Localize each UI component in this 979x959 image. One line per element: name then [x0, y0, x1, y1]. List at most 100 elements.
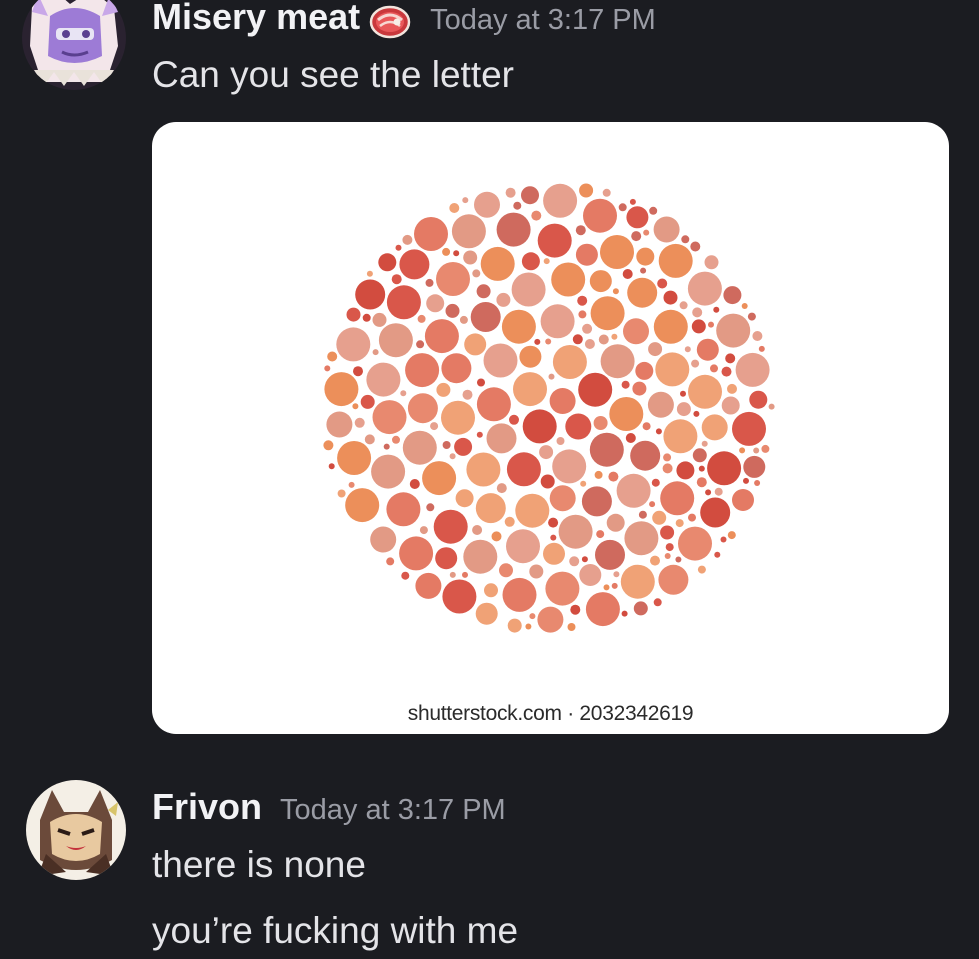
- plate-dot: [552, 449, 587, 484]
- plate-dot: [551, 262, 586, 297]
- plate-dot: [425, 278, 434, 287]
- plate-dot: [608, 471, 619, 482]
- plate-dot: [627, 277, 658, 308]
- plate-dot: [664, 553, 671, 559]
- plate-dot: [696, 477, 707, 488]
- plate-dot: [578, 310, 587, 319]
- timestamp[interactable]: Today at 3:17 PM: [280, 794, 506, 827]
- plate-dot: [506, 452, 541, 487]
- message-header: Frivon Today at 3:17 PM: [152, 786, 506, 828]
- plate-dot: [399, 536, 434, 571]
- plate-dot: [378, 253, 397, 272]
- plate-dot: [513, 372, 547, 407]
- plate-dot: [407, 393, 438, 424]
- plate-dot: [581, 486, 612, 517]
- plate-dot: [714, 551, 721, 558]
- plate-dot: [464, 333, 487, 356]
- plate-dot: [521, 252, 540, 271]
- plate-dot: [583, 198, 617, 233]
- plate-dot: [475, 602, 498, 625]
- plate-dot: [581, 556, 588, 563]
- plate-dot: [658, 243, 693, 278]
- plate-dot: [701, 440, 708, 447]
- plate-dot: [372, 312, 387, 327]
- plate-dot: [442, 247, 451, 256]
- plate-dot: [648, 342, 663, 357]
- plate-dot: [680, 390, 686, 397]
- plate-dot: [613, 571, 620, 578]
- plate-dot: [466, 452, 501, 487]
- plate-dot: [676, 461, 695, 480]
- plate-dot: [691, 319, 706, 334]
- plate-dot: [606, 513, 625, 532]
- plate-dot: [743, 477, 749, 484]
- plate-dot: [593, 416, 608, 430]
- plate-dot: [692, 307, 703, 318]
- plate-dot: [623, 318, 649, 345]
- plate-dot: [575, 225, 586, 236]
- plate-dot: [739, 447, 746, 454]
- plate-dot: [353, 366, 363, 377]
- plate-dot: [483, 343, 518, 378]
- plate-dot: [496, 483, 507, 494]
- plate-dot: [537, 606, 564, 633]
- plate-dot: [414, 217, 448, 251]
- plate-dot: [475, 493, 506, 524]
- plate-dot: [663, 419, 698, 454]
- plate-dot: [653, 598, 662, 607]
- image-attachment[interactable]: shutterstock.com · 2032342619: [152, 122, 949, 734]
- plate-dot: [663, 290, 678, 305]
- plate-dot: [336, 327, 371, 362]
- meat-icon[interactable]: [368, 2, 412, 40]
- plate-dot: [630, 440, 661, 471]
- plate-dot: [687, 271, 722, 306]
- plate-dot: [476, 431, 483, 438]
- plate-dot: [732, 411, 766, 446]
- plate-dot: [727, 531, 736, 540]
- avatar-misery-meat[interactable]: [22, 0, 126, 90]
- message-header: Misery meat Today at 3:17 PM: [152, 0, 656, 40]
- avatar-frivon[interactable]: [26, 780, 126, 880]
- plate-dot: [721, 396, 740, 415]
- plate-dot: [506, 529, 540, 564]
- plate-dot: [502, 577, 537, 612]
- plate-dot: [621, 610, 628, 617]
- plate-dot: [364, 434, 375, 445]
- plate-dot: [569, 556, 580, 567]
- plate-dot: [579, 183, 594, 198]
- plate-dot: [548, 373, 555, 380]
- plate-dot: [426, 294, 445, 313]
- plate-dot: [370, 526, 397, 553]
- plate-dot: [611, 582, 618, 589]
- plate-dot: [705, 489, 712, 496]
- plate-dot: [636, 247, 655, 266]
- plate-dot: [658, 564, 689, 595]
- plate-dot: [684, 346, 691, 353]
- plate-dot: [430, 422, 439, 431]
- plate-dot: [578, 372, 613, 407]
- plate-dot: [558, 514, 593, 549]
- plate-dot: [505, 187, 516, 198]
- plate-dot: [521, 186, 539, 205]
- plate-dot: [632, 381, 647, 396]
- plate-dot: [435, 547, 458, 570]
- avatar-image: [26, 780, 126, 880]
- plate-dot: [704, 255, 719, 270]
- plate-dot: [545, 571, 580, 606]
- plate-dot: [633, 601, 648, 616]
- color-blindness-test-plate: [323, 183, 775, 633]
- username[interactable]: Frivon: [152, 786, 262, 828]
- plate-dot: [696, 338, 719, 361]
- username[interactable]: Misery meat: [152, 0, 360, 38]
- plate-dot: [693, 410, 700, 417]
- plate-dot: [698, 465, 705, 472]
- plate-dot: [445, 303, 460, 318]
- plate-dot: [501, 309, 536, 344]
- plate-dot: [480, 246, 515, 281]
- plate-dot: [441, 353, 472, 384]
- plate-dot: [519, 345, 542, 368]
- timestamp[interactable]: Today at 3:17 PM: [430, 4, 656, 37]
- plate-dot: [543, 542, 565, 565]
- plate-dot: [612, 288, 619, 295]
- plate-dot: [417, 314, 426, 323]
